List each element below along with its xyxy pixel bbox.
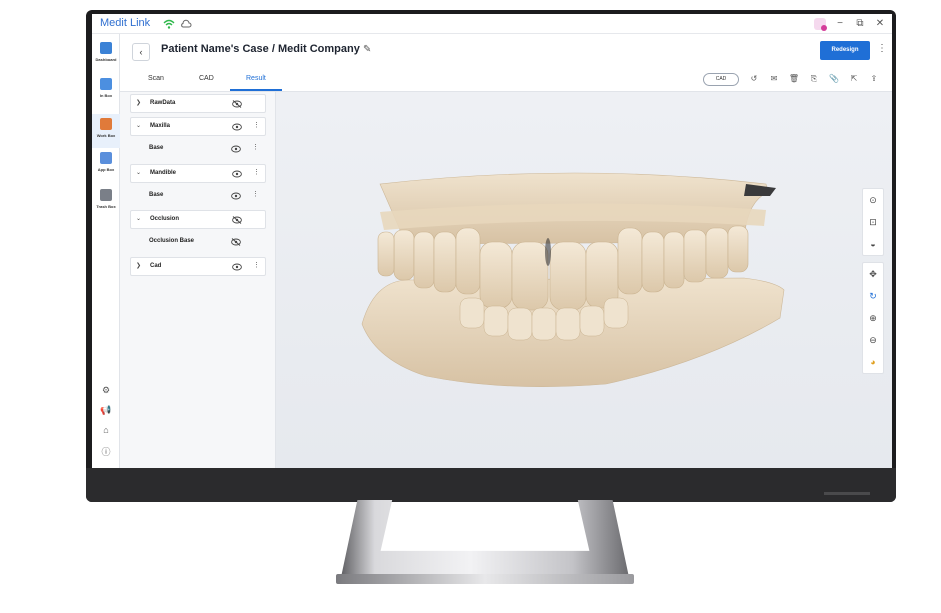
close-icon[interactable]: ✕ [874,17,886,31]
copy-icon[interactable]: ⎘ [808,73,820,85]
fit-view-icon[interactable]: ⊡ [863,211,883,233]
side-nav: Dashboard In Box Work Box App Box Trash … [92,34,120,468]
more-options-icon[interactable]: ⋮ [877,43,887,54]
trash-icon [100,189,112,201]
inbox-icon [100,78,112,90]
nav-item-inbox[interactable]: In Box [92,78,120,112]
dashboard-icon [100,42,112,54]
color-map-icon[interactable]: ◕ [863,351,883,373]
nav-item-appbox[interactable]: App Box [92,152,120,186]
data-tree: ❯ RawData ⌄ Maxilla ⋮ Base ⋮ ⌄ Mandible … [120,92,276,468]
kebab-icon[interactable]: ⋮ [253,121,260,129]
chevron-down-icon[interactable]: ⌄ [136,215,141,222]
eye-icon[interactable] [231,192,241,200]
edit-icon[interactable]: ✎ [363,44,371,55]
tree-row-maxilla-base[interactable]: Base ⋮ [130,140,266,159]
3d-viewport[interactable] [276,92,892,468]
tab-bar: Scan CAD Result CAD ↺ ✉ 🗑 ⎘ 📎 ⇱ ⇪ [120,70,892,92]
pan-icon[interactable]: ✥ [863,263,883,285]
chevron-right-icon[interactable]: ❯ [136,99,141,106]
workbox-icon [100,118,112,130]
back-button[interactable]: ‹ [132,43,150,61]
info-icon[interactable]: ⓘ [92,445,120,458]
settings-icon[interactable]: ⚙ [92,385,120,396]
app-title: Medit Link [100,17,151,29]
case-header: ‹ Patient Name's Case / Medit Company ✎ … [120,34,892,70]
toolbar: ↺ ✉ 🗑 ⎘ 📎 ⇱ ⇪ [748,73,880,85]
tab-cad[interactable]: CAD [199,75,214,82]
section-view-icon[interactable]: ◒ [863,233,883,255]
chevron-right-icon[interactable]: ❯ [136,262,141,269]
kebab-icon[interactable]: ⋮ [252,190,259,198]
cad-chip[interactable]: CAD [703,73,739,86]
active-tab-indicator [230,89,282,91]
eye-icon[interactable] [231,145,241,153]
notification-icon[interactable] [814,18,827,31]
zoom-out-icon[interactable]: ⊖ [863,329,883,351]
eye-hidden-icon[interactable] [232,216,242,224]
eye-icon[interactable] [232,263,242,271]
nav-item-trashbox[interactable]: Trash Box [92,189,120,223]
focus-icon[interactable]: ⊙ [863,189,883,211]
kebab-icon[interactable]: ⋮ [252,143,259,151]
kebab-icon[interactable]: ⋮ [253,261,260,269]
monitor-stand [340,500,630,582]
dental-model[interactable] [276,92,892,468]
view-tools-group-2: ✥ ↻ ⊕ ⊖ ◕ [862,262,884,374]
home-icon[interactable]: ⌂ [92,425,120,435]
tab-result[interactable]: Result [246,75,266,82]
tree-row-mandible-base[interactable]: Base ⋮ [130,187,266,206]
eye-hidden-icon[interactable] [232,100,242,108]
title-bar: Medit Link − ⧉ ✕ [92,14,892,34]
tree-row-occlusion-base[interactable]: Occlusion Base [130,233,266,252]
attach-icon[interactable]: 📎 [828,73,840,85]
window-controls: − ⧉ ✕ [814,17,886,31]
monitor-logo [824,492,870,495]
eye-icon[interactable] [232,170,242,178]
open-external-icon[interactable]: ⇱ [848,73,860,85]
tree-row-maxilla[interactable]: ⌄ Maxilla ⋮ [130,117,266,136]
rotate-icon[interactable]: ↻ [863,285,883,307]
tab-scan[interactable]: Scan [148,75,164,82]
redesign-button[interactable]: Redesign [820,41,870,60]
history-icon[interactable]: ↺ [748,73,760,85]
cloud-icon[interactable] [180,19,192,29]
restore-icon[interactable]: ⧉ [854,17,866,31]
tree-row-occlusion[interactable]: ⌄ Occlusion [130,210,266,229]
eye-hidden-icon[interactable] [231,238,241,246]
appbox-icon [100,152,112,164]
eye-icon[interactable] [232,123,242,131]
minimize-icon[interactable]: − [834,17,846,31]
app-screen: Medit Link − ⧉ ✕ Dashboard In Box Work B… [92,14,892,468]
chevron-down-icon[interactable]: ⌄ [136,122,141,129]
page-title: Patient Name's Case / Medit Company [161,43,360,55]
nav-item-dashboard[interactable]: Dashboard [92,42,120,76]
tree-row-rawdata[interactable]: ❯ RawData [130,94,266,113]
wifi-icon [163,19,175,29]
kebab-icon[interactable]: ⋮ [253,168,260,176]
mail-icon[interactable]: ✉ [768,73,780,85]
nav-item-workbox[interactable]: Work Box [92,114,120,148]
delete-icon[interactable]: 🗑 [788,73,800,85]
announcement-icon[interactable]: 📢 [92,405,120,416]
chevron-down-icon[interactable]: ⌄ [136,169,141,176]
monitor-stand-base [336,574,634,584]
view-tools-group-1: ⊙ ⊡ ◒ [862,188,884,256]
monitor-chin [86,468,896,502]
tree-row-mandible[interactable]: ⌄ Mandible ⋮ [130,164,266,183]
tree-row-cad[interactable]: ❯ Cad ⋮ [130,257,266,276]
share-icon[interactable]: ⇪ [868,73,880,85]
zoom-in-icon[interactable]: ⊕ [863,307,883,329]
